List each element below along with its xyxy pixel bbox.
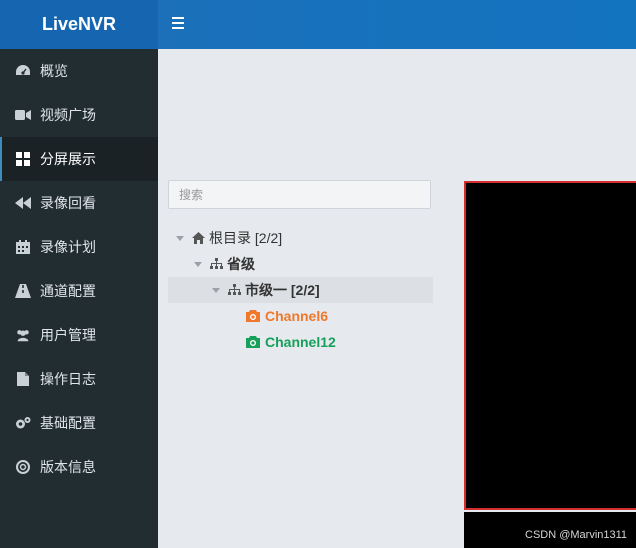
sidebar-item-label: 操作日志 [40, 371, 96, 387]
top-bar: LiveNVR [0, 0, 636, 49]
tree-node-label: Channel12 [265, 334, 336, 350]
sidebar-item-label: 录像计划 [40, 239, 96, 255]
sidebar-item-label: 概览 [40, 63, 68, 79]
sidebar-item-playback[interactable]: 录像回看 [0, 181, 158, 225]
sidebar-item-operation-log[interactable]: 操作日志 [0, 357, 158, 401]
tree-node-province[interactable]: 省级 [194, 251, 255, 277]
brand-logo[interactable]: LiveNVR [0, 0, 158, 49]
home-icon [192, 232, 205, 244]
tree-node-root[interactable]: 根目录 [2/2] [176, 225, 282, 251]
search-input[interactable] [168, 180, 431, 209]
grid-icon [15, 151, 31, 167]
sidebar-toggle-icon[interactable] [172, 14, 186, 34]
sidebar-item-user-management[interactable]: 用户管理 [0, 313, 158, 357]
camera-icon [246, 336, 260, 348]
sidebar-item-record-plan[interactable]: 录像计划 [0, 225, 158, 269]
tree-node-channel12[interactable]: Channel12 [246, 329, 336, 355]
tree-node-city[interactable]: 市级一 [2/2] [168, 277, 433, 303]
camera-icon [246, 310, 260, 322]
sidebar-item-channel-config[interactable]: 通道配置 [0, 269, 158, 313]
tree-node-label: 省级 [227, 256, 255, 272]
rewind-icon [15, 195, 31, 211]
sidebar-item-label: 分屏展示 [40, 151, 96, 167]
caret-down-icon[interactable] [212, 287, 220, 293]
brand-label: LiveNVR [41, 14, 117, 34]
calendar-icon [15, 239, 31, 255]
sidebar-item-overview[interactable]: 概览 [0, 49, 158, 93]
sidebar-item-label: 用户管理 [40, 327, 96, 343]
sidebar-item-split-screen[interactable]: 分屏展示 [0, 137, 158, 181]
tree-node-label: Channel6 [265, 308, 329, 324]
sidebar-item-label: 视频广场 [40, 107, 96, 123]
sidebar-item-basic-config[interactable]: 基础配置 [0, 401, 158, 445]
file-icon [15, 371, 31, 387]
video-panel-selected[interactable] [464, 181, 636, 510]
users-icon [15, 327, 31, 343]
video-camera-icon [15, 107, 31, 123]
sidebar: 概览 视频广场 分屏展示 录像回看 录像计划 通道配置 用户管理 操作日志 基础… [0, 49, 158, 548]
sidebar-item-label: 通道配置 [40, 283, 96, 299]
gears-icon [15, 415, 31, 431]
tree-node-label: 根目录 [2/2] [209, 230, 283, 246]
caret-down-icon[interactable] [194, 261, 202, 267]
dashboard-icon [15, 63, 31, 79]
caret-down-icon[interactable] [176, 235, 184, 241]
sidebar-item-version-info[interactable]: 版本信息 [0, 445, 158, 489]
sitemap-icon [210, 258, 223, 270]
sidebar-item-video-square[interactable]: 视频广场 [0, 93, 158, 137]
lifebuoy-icon [15, 459, 31, 475]
tree-node-channel6[interactable]: Channel6 [246, 303, 328, 329]
road-icon [15, 283, 31, 299]
sitemap-icon [228, 284, 241, 296]
watermark: CSDN @Marvin1311 [525, 529, 628, 541]
tree-node-label: 市级一 [2/2] [245, 282, 320, 298]
sidebar-item-label: 版本信息 [40, 459, 96, 475]
sidebar-item-label: 基础配置 [40, 415, 96, 431]
sidebar-item-label: 录像回看 [40, 195, 96, 211]
